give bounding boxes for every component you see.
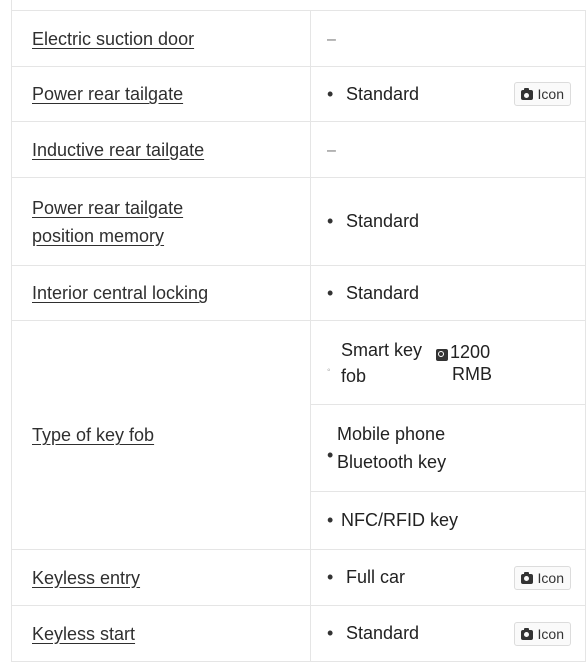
label-line: Power rear tailgate bbox=[32, 197, 184, 218]
bullet: • bbox=[327, 444, 334, 465]
option-price: 1200 RMB bbox=[436, 341, 492, 385]
option-line: Mobile phone bbox=[337, 424, 446, 444]
power-rear-tailgate-position-memory-link[interactable]: Power rear tailgate position memory bbox=[32, 194, 183, 250]
value-dash: – bbox=[327, 142, 336, 159]
key-option-bluetooth: • Mobile phone Bluetooth key bbox=[311, 405, 585, 492]
keyless-start-link[interactable]: Keyless start bbox=[32, 620, 135, 648]
bullet: • bbox=[327, 567, 334, 587]
row-value-cell: • Standard bbox=[310, 265, 586, 321]
price-text: 1200 RMB bbox=[450, 341, 492, 385]
table-row: Keyless start • Standard Icon bbox=[11, 605, 586, 662]
row-label-cell: Keyless entry bbox=[11, 549, 311, 606]
key-option-smart-key: ◦ Smart key fob 1200 RMB bbox=[311, 321, 585, 405]
option-text: NFC/RFID key bbox=[341, 510, 458, 530]
bullet: • bbox=[327, 623, 334, 643]
row-label-cell: Inductive rear tailgate bbox=[11, 121, 311, 178]
table-row: Power rear tailgate position memory • Sta… bbox=[11, 177, 586, 266]
value-text: Standard bbox=[346, 211, 420, 231]
camera-icon bbox=[520, 88, 533, 100]
bullet: • bbox=[327, 510, 334, 530]
electric-suction-door-link[interactable]: Electric suction door bbox=[32, 25, 194, 53]
row-value-cell: – bbox=[310, 10, 586, 67]
key-option-nfc: • NFC/RFID key bbox=[311, 492, 585, 549]
price-line: 1200 bbox=[450, 341, 491, 362]
option-line: Smart key bbox=[341, 339, 423, 360]
interior-central-locking-link[interactable]: Interior central locking bbox=[32, 279, 208, 307]
value-text: Full car bbox=[346, 567, 406, 587]
option-text: Smart key fob bbox=[341, 337, 422, 389]
camera-icon bbox=[520, 571, 533, 584]
option-line: Bluetooth key bbox=[337, 452, 447, 472]
bullet: • bbox=[327, 282, 334, 303]
icon-button[interactable]: Icon bbox=[513, 565, 571, 590]
type-of-key-fob-link[interactable]: Type of key fob bbox=[32, 421, 154, 449]
bullet: • bbox=[327, 83, 334, 104]
icon-button[interactable]: Icon bbox=[513, 82, 571, 106]
label-line: position memory bbox=[32, 225, 165, 246]
keyless-entry-link[interactable]: Keyless entry bbox=[32, 564, 140, 592]
row-value-cell: – bbox=[310, 121, 586, 178]
inductive-rear-tailgate-link[interactable]: Inductive rear tailgate bbox=[32, 136, 204, 164]
table-row: Type of key fob ◦ Smart key fob 1200 RMB •… bbox=[11, 320, 586, 550]
icon-button-label: Icon bbox=[537, 625, 564, 642]
price-line: RMB bbox=[452, 363, 493, 384]
row-label-cell: Power rear tailgate bbox=[11, 66, 311, 122]
row-label-cell: Keyless start bbox=[11, 605, 311, 662]
table-row: Power rear tailgate • Standard Icon bbox=[11, 66, 586, 122]
value-text: Standard bbox=[346, 282, 420, 303]
row-value-cell: ◦ Smart key fob 1200 RMB • Mobile phone Blu… bbox=[310, 320, 586, 550]
row-value-cell: • Standard Icon bbox=[310, 605, 586, 662]
table-row: Keyless entry • Full car Icon bbox=[11, 549, 586, 606]
row-label-cell: Electric suction door bbox=[11, 10, 311, 67]
spec-table: Electric suction door – Power rear tailg… bbox=[11, 10, 586, 662]
row-label-cell: Interior central locking bbox=[11, 265, 311, 321]
row-label-cell: Type of key fob bbox=[11, 320, 311, 550]
camera-icon bbox=[520, 627, 533, 640]
icon-button-label: Icon bbox=[537, 86, 564, 102]
icon-button-label: Icon bbox=[537, 569, 564, 586]
power-rear-tailgate-link[interactable]: Power rear tailgate bbox=[32, 80, 183, 108]
table-row: Interior central locking • Standard bbox=[11, 265, 586, 321]
value-dash: – bbox=[327, 31, 336, 48]
option-text: Mobile phone Bluetooth key bbox=[337, 420, 446, 476]
price-tag-icon bbox=[436, 348, 449, 361]
row-value-cell: • Full car Icon bbox=[310, 549, 586, 606]
value-text: Standard bbox=[346, 83, 420, 104]
row-label-cell: Power rear tailgate position memory bbox=[11, 177, 311, 266]
row-value-cell: • Standard Icon bbox=[310, 66, 586, 122]
icon-button[interactable]: Icon bbox=[513, 621, 571, 646]
row-value-cell: • Standard bbox=[310, 177, 586, 266]
sub-bullet: ◦ bbox=[327, 365, 331, 376]
value-text: Standard bbox=[346, 623, 420, 643]
bullet: • bbox=[327, 211, 334, 231]
table-row: Inductive rear tailgate – bbox=[11, 121, 586, 178]
table-row: Electric suction door – bbox=[11, 10, 586, 67]
option-line: fob bbox=[341, 365, 367, 386]
